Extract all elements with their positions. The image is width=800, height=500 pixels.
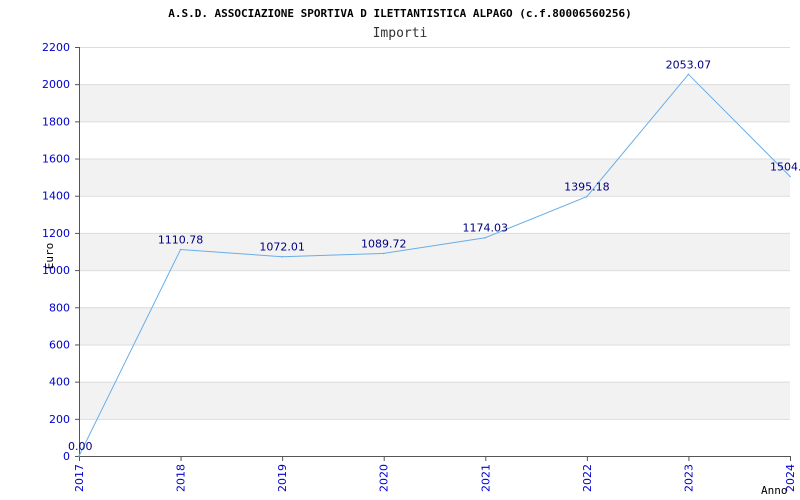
data-label: 1174.03 — [463, 222, 509, 235]
chart-subtitle: Importi — [373, 26, 428, 41]
chart-title: A.S.D. ASSOCIAZIONE SPORTIVA D ILETTANTI… — [168, 7, 632, 20]
y-tick-label: 2000 — [42, 78, 70, 91]
y-tick-label: 200 — [49, 413, 70, 426]
data-point — [179, 248, 182, 251]
y-tick-label: 400 — [49, 376, 70, 389]
x-tick-label: 2022 — [581, 464, 594, 492]
x-axis-ticks: 2017 2018 2019 2020 2021 2022 2023 2024 — [73, 456, 797, 492]
data-label: 1395.18 — [564, 181, 610, 194]
x-tick-label: 2021 — [479, 464, 492, 492]
x-tick-label: 2019 — [276, 464, 289, 492]
data-point — [586, 195, 588, 198]
y-tick-label: 1600 — [42, 153, 70, 166]
y-tick-label: 800 — [49, 301, 70, 314]
plot-background — [79, 84, 790, 419]
data-label: 1504.0 — [770, 160, 800, 173]
x-tick-label: 2018 — [175, 464, 188, 492]
y-tick-label: 1800 — [42, 115, 70, 128]
y-tick-label: 1400 — [42, 190, 70, 203]
y-axis-title: Euro — [43, 243, 56, 270]
plot-band — [79, 158, 790, 196]
data-point — [484, 236, 487, 239]
x-tick-label: 2020 — [378, 464, 391, 492]
data-label: 1072.01 — [259, 241, 305, 254]
data-point — [78, 455, 80, 457]
plot-band — [79, 307, 790, 345]
x-tick-label: 2017 — [73, 464, 86, 492]
plot-band — [79, 84, 790, 122]
data-label: 1089.72 — [361, 237, 407, 250]
data-point — [789, 175, 791, 178]
data-label: 0.00 — [68, 440, 93, 453]
data-point — [382, 252, 385, 255]
y-tick-label: 2200 — [42, 41, 70, 54]
x-tick-label: 2023 — [682, 464, 695, 492]
data-label: 2053.07 — [666, 58, 712, 71]
line-chart: A.S.D. ASSOCIAZIONE SPORTIVA D ILETTANTI… — [42, 7, 800, 497]
plot-band — [79, 381, 790, 419]
data-point — [687, 73, 690, 76]
x-axis-title: Anno — [761, 484, 788, 497]
data-label: 1110.78 — [158, 233, 204, 246]
y-tick-label: 1200 — [42, 227, 70, 240]
y-tick-label: 600 — [49, 338, 70, 351]
data-point — [281, 255, 283, 258]
